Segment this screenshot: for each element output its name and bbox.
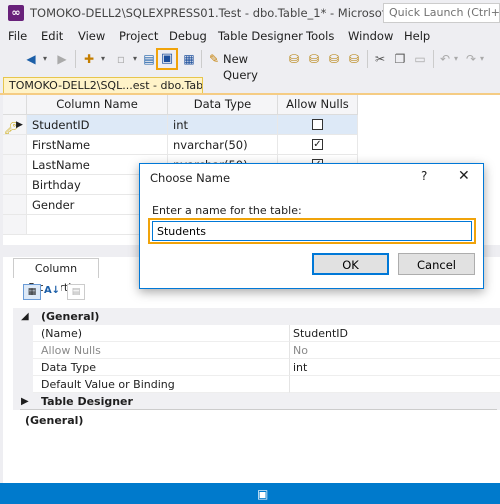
new-query-button[interactable]: New Query	[223, 51, 283, 82]
mdx-query-icon[interactable]: ⛁	[326, 51, 342, 67]
property-row[interactable]: Data Type int	[13, 359, 500, 376]
data-type-cell[interactable]: nvarchar(50)	[168, 135, 278, 155]
ok-button[interactable]: OK	[312, 253, 389, 275]
undo-dropdown-icon[interactable]: ▾	[452, 51, 460, 67]
row-selector[interactable]	[3, 175, 27, 195]
category-label: Table Designer	[41, 395, 133, 408]
menu-bar: File Edit View Project Debug Table Desig…	[0, 26, 500, 46]
copy-icon[interactable]: ❐	[392, 51, 408, 67]
analysis-query-icon[interactable]: ⛁	[306, 51, 322, 67]
row-selector[interactable]	[3, 195, 27, 215]
paste-icon[interactable]: ▭	[412, 51, 428, 67]
allow-nulls-cell	[278, 115, 358, 135]
menu-tools[interactable]: Tools	[306, 29, 334, 43]
save-button-highlight	[156, 48, 178, 70]
help-button[interactable]: ?	[421, 169, 427, 183]
column-name-cell[interactable]: StudentID	[27, 115, 168, 135]
column-name-cell[interactable]: FirstName	[27, 135, 168, 155]
row-selector[interactable]	[3, 135, 27, 155]
dmx-query-icon[interactable]: ⛁	[346, 51, 362, 67]
property-description: (General)	[20, 409, 497, 466]
dialog-title: Choose Name	[150, 171, 231, 185]
forward-icon[interactable]: ▶	[54, 51, 70, 67]
new-project-icon[interactable]: ✚	[80, 51, 98, 67]
row-selector[interactable]	[3, 215, 27, 235]
data-type-cell[interactable]: int	[168, 115, 278, 135]
description-title: (General)	[25, 414, 84, 427]
open-dropdown-icon[interactable]: ▾	[130, 51, 140, 67]
allow-nulls-checkbox[interactable]	[312, 119, 323, 130]
property-category-general[interactable]: ◢ (General)	[13, 308, 500, 325]
menu-edit[interactable]: Edit	[41, 29, 63, 43]
redo-icon[interactable]: ↷	[464, 51, 478, 67]
menu-view[interactable]: View	[78, 29, 105, 43]
choose-name-dialog: Choose Name ? ✕ Enter a name for the tab…	[139, 163, 484, 289]
document-tab-label: TOMOKO-DELL2\SQL...est - dbo.Table_1*	[9, 79, 203, 92]
menu-file[interactable]: File	[8, 29, 27, 43]
cancel-button[interactable]: Cancel	[398, 253, 475, 275]
column-header-type: Data Type	[168, 95, 278, 115]
categorized-icon[interactable]: ▦	[23, 284, 41, 300]
close-icon[interactable]: ✕	[458, 168, 470, 184]
new-project-dropdown-icon[interactable]: ▾	[98, 51, 108, 67]
back-dropdown-icon[interactable]: ▾	[40, 51, 50, 67]
menu-project[interactable]: Project	[119, 29, 158, 43]
row-pointer-icon: ▶	[16, 120, 23, 130]
column-header-nulls: Allow Nulls	[278, 95, 358, 115]
window-title: TOMOKO-DELL2\SQLEXPRESS01.Test - dbo.Tab…	[30, 6, 439, 20]
back-icon[interactable]: ◀	[22, 51, 40, 67]
app-icon: ∞	[8, 5, 24, 21]
allow-nulls-checkbox[interactable]: ✓	[312, 139, 323, 150]
allow-nulls-cell: ✓	[278, 135, 358, 155]
cut-icon[interactable]: ✂	[372, 51, 388, 67]
table-name-input[interactable]	[152, 221, 472, 241]
menu-table-designer[interactable]: Table Designer	[218, 29, 303, 43]
property-category-table-designer[interactable]: ▶ Table Designer	[13, 393, 500, 410]
category-label: (General)	[41, 310, 100, 323]
property-name: Data Type	[33, 359, 290, 376]
row-selector[interactable]	[3, 155, 27, 175]
save-status-icon: ▣	[257, 487, 269, 501]
redo-dropdown-icon[interactable]: ▾	[478, 51, 486, 67]
row-selector[interactable]: 🔑︎ ▶	[3, 115, 27, 135]
save-all-files-icon[interactable]: ▦	[181, 51, 197, 67]
status-bar: ▣	[0, 483, 500, 504]
menu-window[interactable]: Window	[348, 29, 393, 43]
property-name: (Name)	[33, 325, 290, 342]
database-query-icon[interactable]: ⛁	[286, 51, 302, 67]
save-all-icon[interactable]: ▤	[142, 51, 156, 67]
property-value[interactable]	[290, 376, 500, 393]
undo-icon[interactable]: ↶	[438, 51, 452, 67]
table-row[interactable]: 🔑︎ ▶ StudentID int	[3, 115, 500, 135]
new-query-icon[interactable]: ✎	[206, 51, 222, 67]
row-header-corner	[3, 95, 27, 115]
property-value[interactable]: StudentID	[290, 325, 500, 342]
toolbar: ◀ ▾ ▶ ✚ ▾ ▫ ▾ ▤ ▣ ▦ ✎ New Query ⛁ ⛁ ⛁ ⛁ …	[0, 46, 500, 82]
property-value[interactable]: No	[290, 342, 500, 359]
title-bar: ∞ TOMOKO-DELL2\SQLEXPRESS01.Test - dbo.T…	[0, 0, 500, 26]
property-value[interactable]: int	[290, 359, 500, 376]
open-file-icon[interactable]: ▫	[112, 51, 130, 67]
property-row[interactable]: Allow Nulls No	[13, 342, 500, 359]
property-pages-icon[interactable]: ▤	[67, 284, 85, 300]
property-name: Allow Nulls	[33, 342, 290, 359]
alphabetical-icon[interactable]: A↓	[43, 284, 61, 300]
table-row[interactable]: FirstName nvarchar(50) ✓	[3, 135, 500, 155]
quick-launch-input[interactable]: Quick Launch (Ctrl+Q)	[383, 3, 500, 23]
document-tab[interactable]: TOMOKO-DELL2\SQL...est - dbo.Table_1*	[3, 77, 203, 94]
menu-help[interactable]: Help	[404, 29, 430, 43]
property-row[interactable]: Default Value or Binding	[13, 376, 500, 393]
menu-debug[interactable]: Debug	[169, 29, 207, 43]
tab-column-properties[interactable]: Column Properties	[13, 258, 99, 294]
dialog-prompt: Enter a name for the table:	[152, 204, 302, 217]
expand-icon[interactable]: ▶	[21, 393, 29, 410]
property-name: Default Value or Binding	[33, 376, 290, 393]
column-header-name: Column Name	[27, 95, 168, 115]
property-row[interactable]: (Name) StudentID	[13, 325, 500, 342]
collapse-icon[interactable]: ◢	[21, 308, 29, 325]
